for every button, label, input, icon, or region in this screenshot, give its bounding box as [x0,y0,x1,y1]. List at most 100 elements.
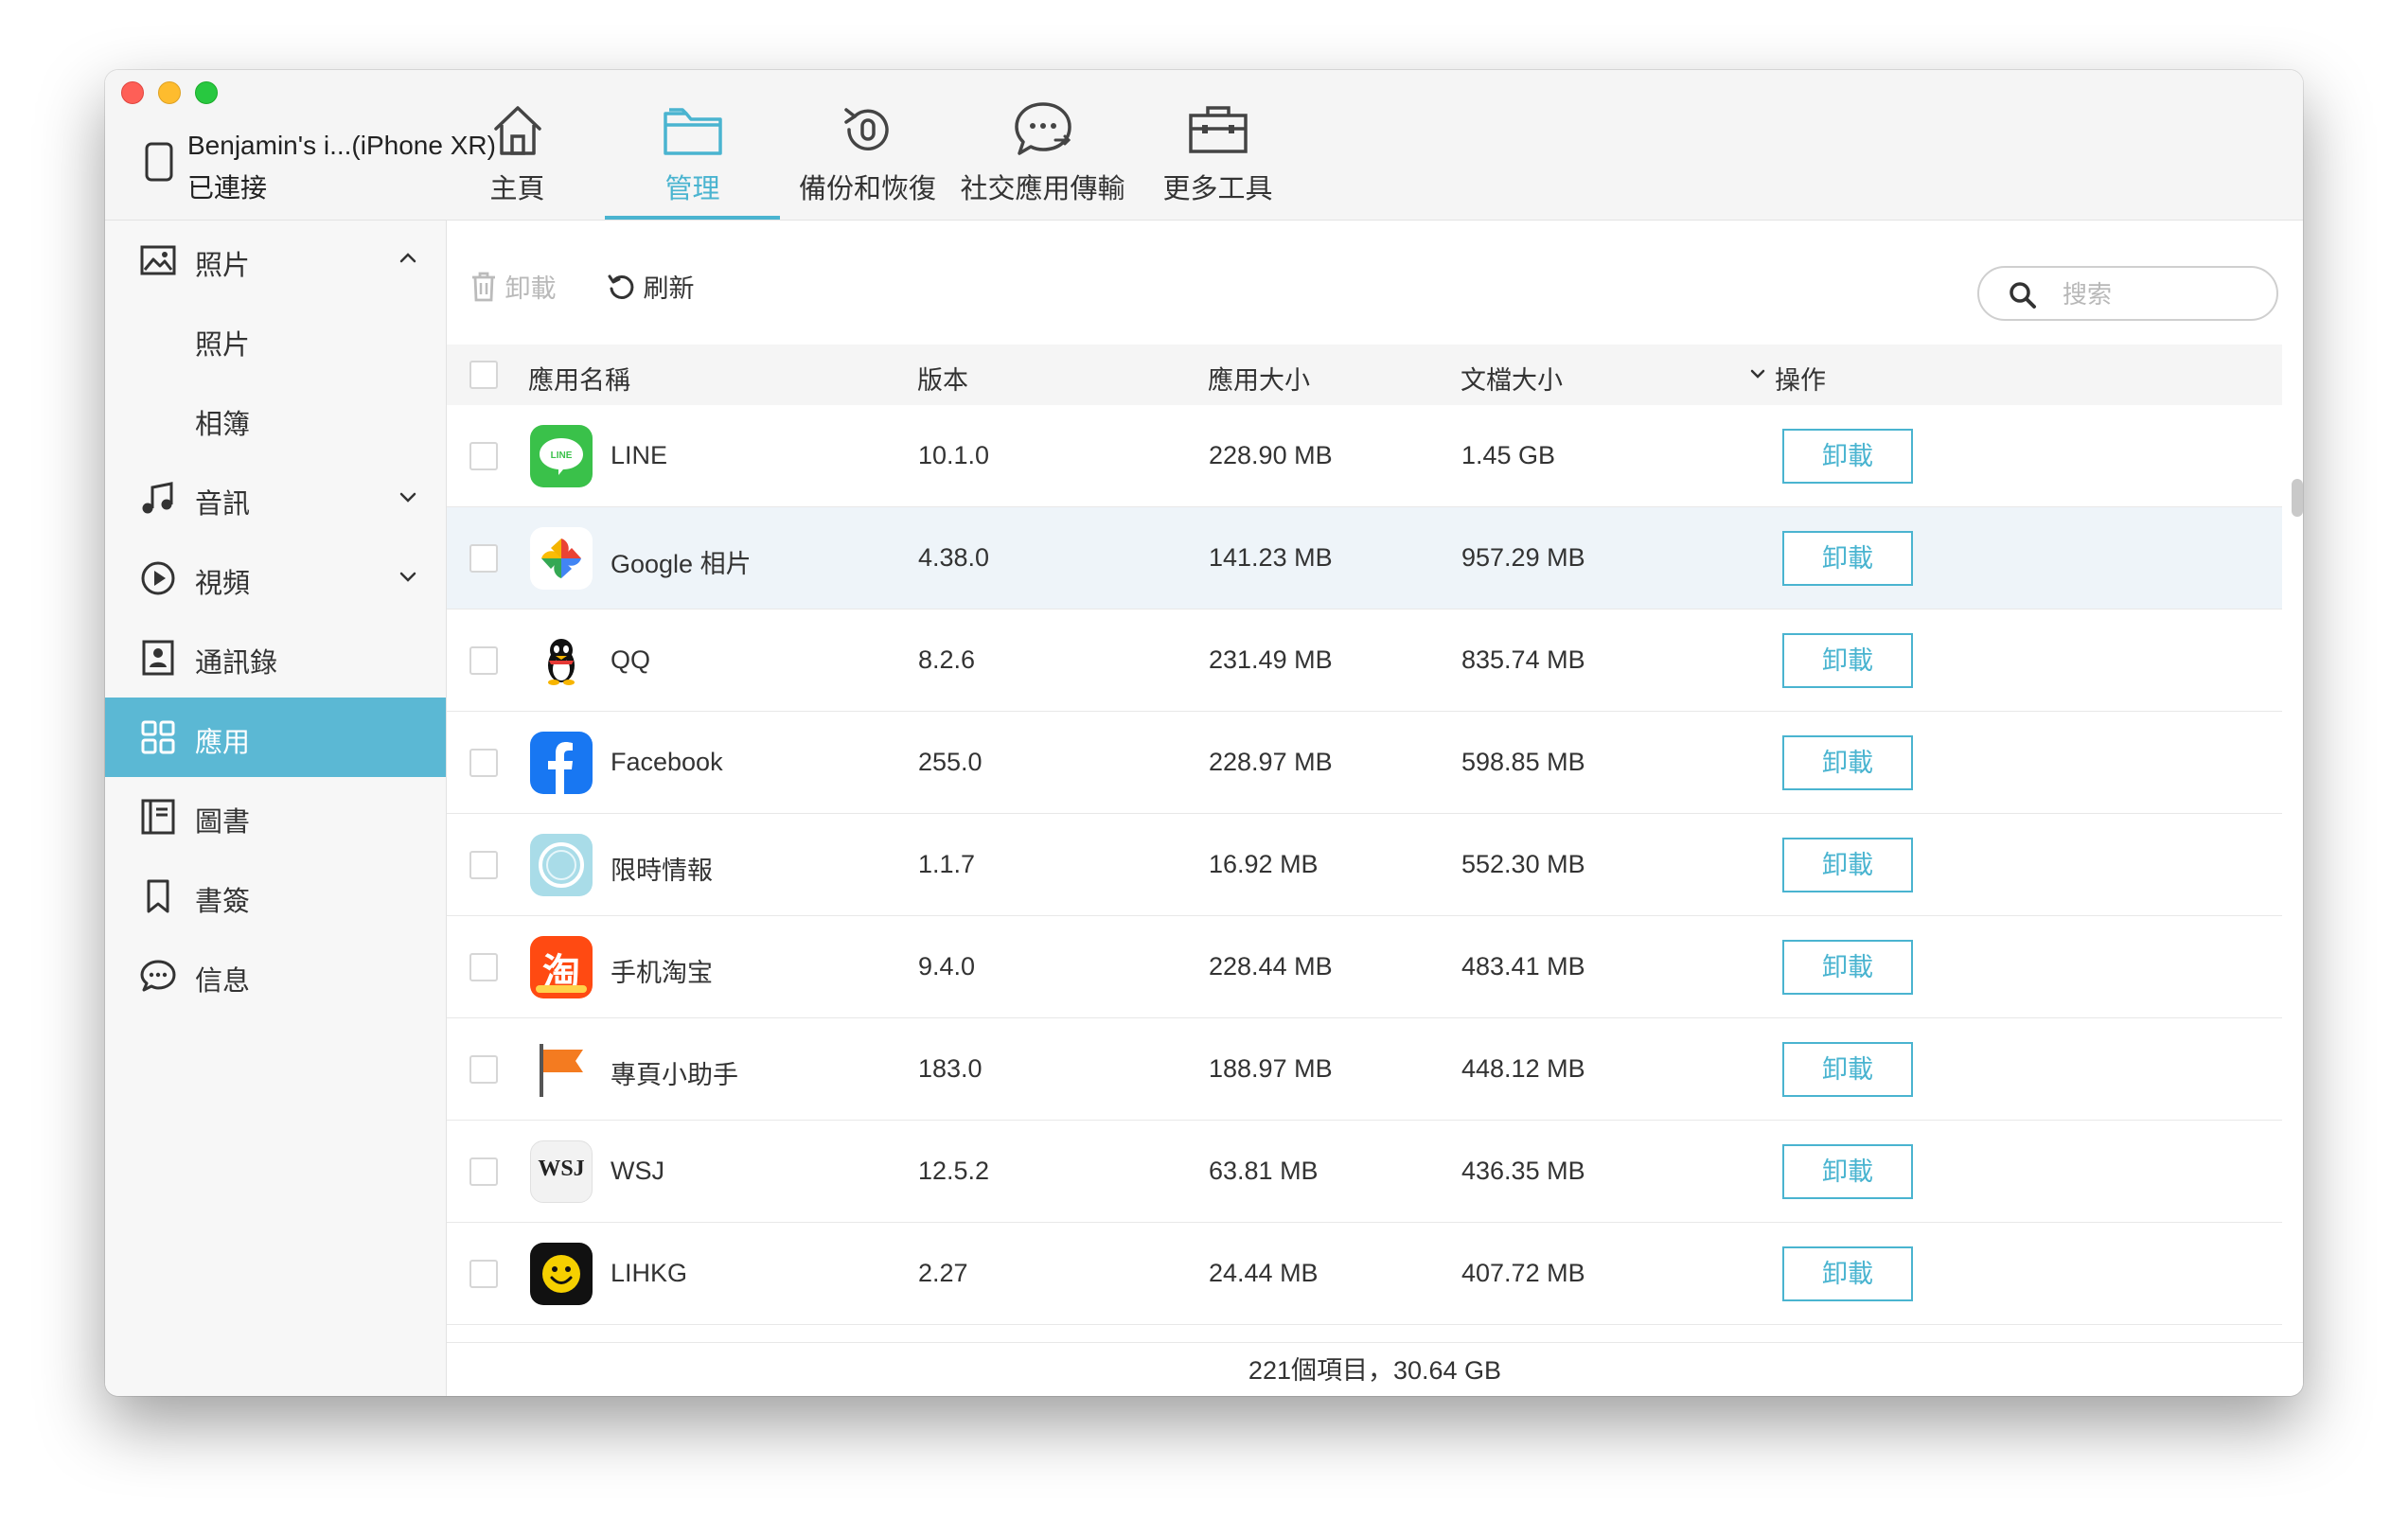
sidebar-item-photos-all[interactable]: 照片 [105,300,446,380]
tab-social-transfer-label: 社交應用傳輸 [960,174,1125,204]
app-version: 12.5.2 [918,1157,990,1185]
column-header-action: 操作 [1775,366,1826,395]
device-status: 已連接 [187,173,268,203]
app-name: WSJ [611,1157,664,1185]
tab-more-tools[interactable]: 更多工具 [1130,70,1305,220]
app-version: 1.1.7 [918,850,976,878]
app-version: 183.0 [918,1054,983,1083]
row-checkbox[interactable] [469,1157,498,1186]
doc-size: 552.30 MB [1461,850,1585,878]
uninstall-button[interactable]: 卸載 [1782,1246,1913,1301]
app-size: 231.49 MB [1209,645,1333,674]
app-name: LIHKG [611,1259,688,1287]
sidebar-item-photos[interactable]: 照片 [105,221,446,300]
column-header-app-size[interactable]: 應用大小 [1208,360,1310,397]
doc-size: 407.72 MB [1461,1259,1585,1287]
row-checkbox[interactable] [469,749,498,777]
sidebar-item-audio[interactable]: 音訊 [105,459,446,539]
sidebar-item-label: 相簿 [195,410,251,440]
refresh-icon [608,274,634,299]
books-icon [141,799,175,835]
chevron-down-icon [399,492,416,503]
doc-size: 957.29 MB [1461,543,1585,572]
zoom-window-button[interactable] [195,81,218,104]
sidebar-item-albums[interactable]: 相簿 [105,380,446,459]
app-size: 24.44 MB [1209,1259,1319,1287]
column-header-name[interactable]: 應用名稱 [528,360,630,397]
uninstall-button[interactable]: 卸載 [1782,1042,1913,1097]
uninstall-button[interactable]: 卸載 [1782,838,1913,892]
sidebar-item-apps[interactable]: 應用 [105,698,446,777]
app-size: 228.44 MB [1209,952,1333,980]
table-header: 應用名稱 版本 應用大小 文檔大小 操作 [447,344,2282,405]
table-row[interactable]: WSJ WSJ 12.5.2 63.81 MB 436.35 MB 卸載 [447,1121,2282,1223]
sort-chevron-down-icon[interactable] [1749,365,1766,382]
doc-size: 835.74 MB [1461,645,1585,674]
vertical-scrollbar[interactable] [2292,479,2303,517]
sidebar-item-label: 照片 [195,330,251,361]
app-version: 4.38.0 [918,543,990,572]
sidebar-item-video[interactable]: 視頻 [105,539,446,618]
chevron-down-icon [399,572,416,582]
table-row[interactable]: Google 相片 4.38.0 141.23 MB 957.29 MB 卸載 [447,507,2282,610]
doc-size: 598.85 MB [1461,748,1585,776]
row-checkbox[interactable] [469,1260,498,1288]
doc-size: 1.45 GB [1461,441,1556,469]
circle-app-icon [530,834,593,896]
table-row[interactable]: 專頁小助手 183.0 188.97 MB 448.12 MB 卸載 [447,1018,2282,1121]
uninstall-button[interactable]: 卸載 [1782,531,1913,586]
row-checkbox[interactable] [469,442,498,470]
sidebar-item-label: 照片 [195,251,251,281]
active-tab-indicator [605,216,780,220]
refresh-button[interactable]: 刷新 [606,268,695,306]
lihkg-icon [530,1243,593,1305]
app-size: 141.23 MB [1209,543,1333,572]
close-window-button[interactable] [121,81,144,104]
uninstall-button[interactable]: 卸載 [1782,735,1913,790]
row-checkbox[interactable] [469,851,498,879]
sidebar-item-bookmarks[interactable]: 書簽 [105,857,446,936]
tab-manage[interactable]: 管理 [605,70,780,220]
app-version: 2.27 [918,1259,968,1287]
tab-backup-restore[interactable]: 備份和恢復 [780,70,955,220]
uninstall-toolbar-button[interactable]: 卸載 [469,268,557,306]
contacts-icon [142,640,174,676]
wsj-icon-text: WSJ [538,1157,585,1181]
message-icon [140,960,176,992]
table-row[interactable]: LIHKG 2.27 24.44 MB 407.72 MB 卸載 [447,1223,2282,1325]
table-row[interactable]: LINE LINE 10.1.0 228.90 MB 1.45 GB 卸載 [447,405,2282,507]
sidebar-item-contacts[interactable]: 通訊錄 [105,618,446,698]
tab-social-transfer[interactable]: 社交應用傳輸 [955,70,1130,220]
app-version: 8.2.6 [918,645,976,674]
sidebar-item-messages[interactable]: 信息 [105,936,446,1016]
table-row[interactable]: 淘 手机淘宝 9.4.0 228.44 MB 483.41 MB 卸載 [447,916,2282,1018]
uninstall-button[interactable]: 卸載 [1782,940,1913,995]
uninstall-button[interactable]: 卸載 [1782,429,1913,484]
tab-more-tools-label: 更多工具 [1162,174,1273,204]
minimize-window-button[interactable] [158,81,181,104]
qq-icon [530,629,593,692]
sidebar-item-label: 視頻 [195,569,251,599]
table-row[interactable]: 限時情報 1.1.7 16.92 MB 552.30 MB 卸載 [447,814,2282,916]
app-size: 63.81 MB [1209,1157,1319,1185]
column-header-doc-size[interactable]: 文檔大小 [1461,360,1563,397]
row-checkbox[interactable] [469,953,498,981]
facebook-icon [530,732,593,794]
tab-home[interactable]: 主頁 [430,70,605,220]
sidebar-item-books[interactable]: 圖書 [105,777,446,857]
select-all-checkbox[interactable] [469,361,498,389]
table-row[interactable]: Facebook 255.0 228.97 MB 598.85 MB 卸載 [447,712,2282,814]
search-input[interactable] [2061,275,2263,313]
svg-text:LINE: LINE [551,450,573,461]
column-header-version[interactable]: 版本 [917,360,968,397]
uninstall-button[interactable]: 卸載 [1782,633,1913,688]
app-name: Facebook [611,748,723,776]
flag-icon [530,1038,593,1101]
tab-home-label: 主頁 [489,174,545,204]
row-checkbox[interactable] [469,646,498,675]
row-checkbox[interactable] [469,544,498,573]
row-checkbox[interactable] [469,1055,498,1084]
table-row[interactable]: QQ 8.2.6 231.49 MB 835.74 MB 卸載 [447,610,2282,712]
main-content: 卸載 刷新 應用名稱 版本 應用大小 文檔大小 操作 [447,221,2303,1396]
uninstall-button[interactable]: 卸載 [1782,1144,1913,1199]
